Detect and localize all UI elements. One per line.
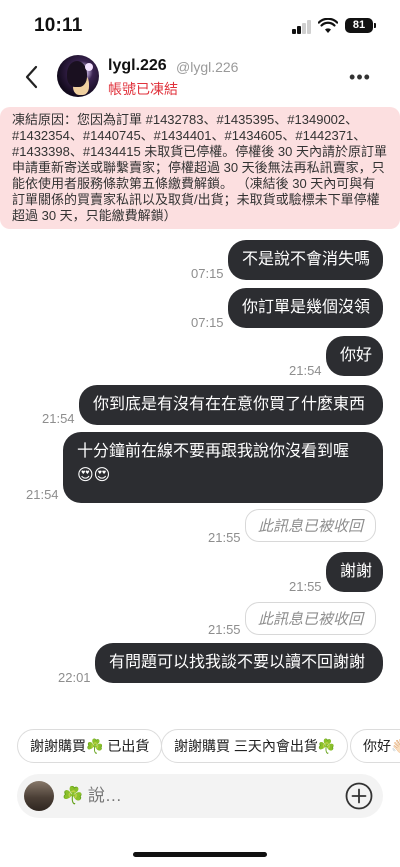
account-frozen-notice: 凍結原因：您因為訂單 #1432783、#1435395、#1349002、#1… <box>0 107 400 229</box>
add-circle-icon[interactable] <box>345 782 373 810</box>
message-bubble[interactable]: 你訂單是幾個沒領 <box>228 288 383 328</box>
message-bubble[interactable]: 謝謝 <box>326 552 383 592</box>
home-indicator[interactable] <box>133 852 267 857</box>
composer-avatar <box>24 781 54 811</box>
message-timestamp: 21:55 <box>208 530 241 545</box>
quick-reply-chip[interactable]: 謝謝購買 三天內會出貨☘️ <box>161 729 349 763</box>
message-bubble[interactable]: 不是說不會消失嗎 <box>228 240 383 280</box>
message-timestamp: 07:15 <box>191 266 224 281</box>
message-timestamp: 21:54 <box>26 487 59 502</box>
message-bubble[interactable]: 你好 <box>326 336 383 376</box>
message-timestamp: 21:55 <box>289 579 322 594</box>
more-dots-icon[interactable]: ••• <box>348 67 372 87</box>
message-timestamp: 21:54 <box>289 363 322 378</box>
message-bubble[interactable]: 十分鐘前在線不要再跟我說你沒看到喔 😍😍 <box>63 432 383 503</box>
message-timestamp: 21:54 <box>42 411 75 426</box>
wifi-icon <box>318 18 338 33</box>
message-input[interactable] <box>62 784 322 808</box>
message-bubble[interactable]: 你到底是有沒有在在意你買了什麼東西 <box>79 385 383 425</box>
back-arrow-icon[interactable] <box>22 64 42 90</box>
cellular-signal-icon <box>292 20 312 34</box>
message-text: 十分鐘前在線不要再跟我說你沒看到喔 <box>77 443 350 460</box>
message-composer <box>17 774 383 818</box>
recalled-message-notice: 此訊息已被收回 <box>245 509 377 542</box>
chat-header: lygl.226 @lygl.226 帳號已凍結 ••• <box>0 52 400 102</box>
status-bar: 10:11 81 <box>0 0 400 52</box>
account-status-label: 帳號已凍結 <box>108 81 178 97</box>
message-timestamp: 07:15 <box>191 315 224 330</box>
message-emoji: 😍😍 <box>77 467 111 484</box>
chat-username[interactable]: lygl.226 <box>108 57 167 75</box>
chat-user-handle: @lygl.226 <box>176 59 239 75</box>
message-timestamp: 22:01 <box>58 670 91 685</box>
quick-reply-bar: 謝謝購買☘️ 已出貨 謝謝購買 三天內會出貨☘️ 你好👋🏻 <box>0 729 400 763</box>
battery-icon: 81 <box>345 18 376 33</box>
recalled-message-notice: 此訊息已被收回 <box>245 602 377 635</box>
avatar[interactable] <box>57 55 99 97</box>
quick-reply-chip[interactable]: 你好👋🏻 <box>350 729 400 763</box>
quick-reply-chip[interactable]: 謝謝購買☘️ 已出貨 <box>17 729 163 763</box>
status-time: 10:11 <box>34 15 83 36</box>
message-bubble[interactable]: 有問題可以找我談不要以讀不回謝謝 <box>95 643 383 683</box>
message-timestamp: 21:55 <box>208 622 241 637</box>
